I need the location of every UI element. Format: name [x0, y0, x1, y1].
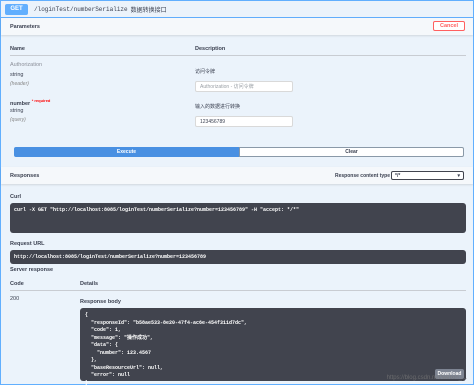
watermark-text: https://blog.csdn.net/weixin_...: [386, 375, 467, 381]
curl-command: curl -X GET "http://localhost:8085/login…: [14, 207, 300, 213]
response-body-line: "number": 123.4567: [85, 349, 152, 356]
response-status-code: 200: [10, 296, 20, 302]
request-url: http://localhost:8085/loginTest/numberSe…: [14, 254, 207, 260]
clear-button[interactable]: Clear: [239, 147, 464, 157]
param-location-authorization: (header): [10, 81, 29, 87]
column-description-header: Description: [195, 46, 226, 52]
parameters-title: Parameters: [10, 23, 40, 30]
action-buttons: Execute Clear: [14, 147, 464, 157]
response-content-type-label: Response content type: [335, 173, 391, 179]
response-content-type-value: */*: [395, 172, 401, 179]
param-description-authorization: 访问令牌: [195, 69, 216, 75]
param-name-authorization: Authorization: [10, 62, 43, 68]
curl-command-box[interactable]: curl -X GET "http://localhost:8085/login…: [10, 203, 466, 233]
response-body-line: "message": "操作成功",: [85, 334, 154, 341]
response-body-line: "baseResourceUrl": null,: [85, 364, 164, 371]
response-content-type-select[interactable]: */* ▾: [391, 171, 464, 180]
response-body-line: "responseId": "b58ae533-8e20-47f4-ac6e-4…: [85, 319, 248, 326]
cancel-button[interactable]: Cancel: [433, 21, 465, 31]
request-url-label: Request URL: [10, 241, 45, 247]
endpoint-path: /loginTest/numberSerialize: [34, 5, 128, 13]
column-details-header: Details: [80, 281, 99, 287]
divider: [10, 290, 466, 291]
param-type-number: string: [10, 108, 24, 114]
column-name-header: Name: [10, 46, 25, 52]
response-body-line: "data": {: [85, 342, 119, 348]
curl-label: Curl: [10, 194, 21, 200]
execute-button[interactable]: Execute: [14, 147, 239, 157]
divider: [10, 55, 466, 56]
param-name-number: number * required: [10, 98, 50, 107]
response-body-line: },: [85, 357, 98, 363]
parameters-header: Parameters Cancel: [1, 18, 473, 35]
response-body-label: Response body: [80, 299, 121, 305]
responses-header: Responses Response content type */* ▾: [1, 167, 473, 184]
authorization-input[interactable]: Authorization - 访问令牌: [195, 81, 293, 92]
response-body-line: {: [85, 312, 89, 318]
param-name-number-text: number: [10, 100, 31, 107]
response-body-line: "code": 1,: [85, 327, 122, 333]
required-marker: * required: [31, 98, 51, 103]
server-response-label: Server response: [10, 267, 54, 273]
http-method-badge: GET: [5, 3, 28, 15]
param-description-number: 输入的数据进行转换: [195, 104, 241, 110]
number-input[interactable]: 123456789: [195, 116, 293, 127]
operation-summary[interactable]: GET /loginTest/numberSerialize 数据转换接口: [1, 1, 473, 18]
column-code-header: Code: [10, 281, 24, 287]
responses-title: Responses: [10, 172, 40, 179]
chevron-down-icon: ▾: [457, 173, 460, 179]
param-type-authorization: string: [10, 72, 24, 78]
endpoint-description: 数据转换接口: [130, 7, 167, 14]
request-url-box[interactable]: http://localhost:8085/loginTest/numberSe…: [10, 250, 466, 264]
operation-block-get: GET /loginTest/numberSerialize 数据转换接口 Pa…: [0, 0, 474, 385]
response-body-box[interactable]: { "responseId": "b58ae533-8e20-47f4-ac6e…: [80, 308, 466, 385]
param-location-number: (query): [10, 117, 26, 123]
